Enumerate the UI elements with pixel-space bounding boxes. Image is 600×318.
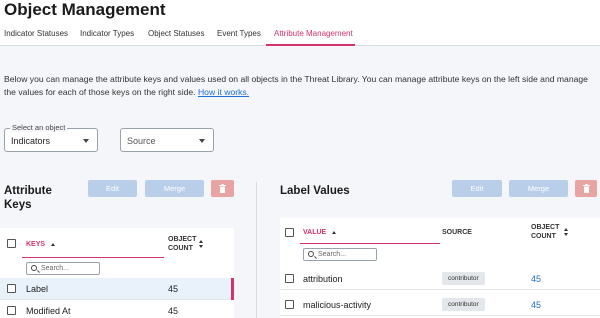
object-select-value: Indicators xyxy=(11,136,51,146)
values-object-count-column-header[interactable]: OBJECT COUNT xyxy=(531,223,559,241)
description-text: Below you can manage the attribute keys … xyxy=(4,74,588,97)
values-edit-button[interactable]: Edit xyxy=(452,180,502,197)
selected-row-indicator xyxy=(231,278,234,300)
key-object-count: 45 xyxy=(168,306,179,316)
keys-merge-button[interactable]: Merge xyxy=(145,180,204,197)
object-count-column-header[interactable]: OBJECT COUNT xyxy=(168,235,196,253)
sort-asc-icon xyxy=(51,242,56,246)
source-badge: contributor xyxy=(442,272,485,285)
row-checkbox[interactable] xyxy=(285,300,294,309)
table-row[interactable]: Label 45 xyxy=(0,278,234,300)
values-search-input[interactable]: Search... xyxy=(303,248,377,261)
sort-icon[interactable] xyxy=(564,228,570,236)
sorted-column-underline xyxy=(300,243,440,244)
sorted-column-underline xyxy=(22,257,164,258)
table-row[interactable]: attribution contributor 45 xyxy=(280,268,600,290)
values-search-placeholder: Search... xyxy=(318,251,347,258)
how-it-works-link[interactable]: How it works. xyxy=(198,87,249,97)
table-row[interactable]: malicious-activity contributor 45 xyxy=(280,294,600,316)
keys-delete-button[interactable] xyxy=(211,180,234,197)
sort-asc-icon xyxy=(332,230,337,234)
key-object-count: 45 xyxy=(168,284,179,294)
trash-icon xyxy=(219,184,226,193)
keys-search-input[interactable]: Search... xyxy=(26,262,100,275)
chevron-down-icon xyxy=(199,139,205,143)
trash-icon xyxy=(583,184,590,193)
attribute-keys-title: Attribute Keys xyxy=(4,185,52,211)
tab-indicator-types[interactable]: Indicator Types xyxy=(80,29,134,38)
key-name: Label xyxy=(26,284,49,294)
value-name: malicious-activity xyxy=(303,300,372,310)
source-select[interactable]: Source xyxy=(120,128,214,152)
tab-event-types[interactable]: Event Types xyxy=(217,29,261,38)
keys-edit-button[interactable]: Edit xyxy=(88,180,137,197)
search-icon xyxy=(308,251,314,257)
key-name: Modified At xyxy=(26,306,71,316)
search-icon xyxy=(31,265,37,271)
tab-object-statuses[interactable]: Object Statuses xyxy=(148,29,204,38)
value-column-header[interactable]: VALUE xyxy=(303,228,337,237)
values-delete-button[interactable] xyxy=(575,180,597,197)
row-checkbox[interactable] xyxy=(7,284,16,293)
source-column-header[interactable]: SOURCE xyxy=(442,228,472,237)
object-select[interactable]: Select an object Indicators xyxy=(4,123,98,152)
source-badge: contributor xyxy=(442,298,485,311)
keys-select-all-checkbox[interactable] xyxy=(7,239,16,248)
chevron-down-icon xyxy=(83,139,89,143)
keys-search-placeholder: Search... xyxy=(41,265,70,272)
value-object-count-link[interactable]: 45 xyxy=(531,300,541,310)
values-select-all-checkbox[interactable] xyxy=(285,228,294,237)
values-merge-button[interactable]: Merge xyxy=(509,180,568,197)
page-title: Object Management xyxy=(4,0,166,19)
sort-icon[interactable] xyxy=(199,240,205,248)
panel-divider xyxy=(256,182,257,318)
label-values-title: Label Values xyxy=(280,185,350,197)
values-table: VALUE SOURCE OBJECT COUNT Search... attr… xyxy=(280,218,600,318)
tab-attribute-management[interactable]: Attribute Management xyxy=(274,29,353,38)
tab-bar: Indicator Statuses Indicator Types Objec… xyxy=(0,23,600,46)
source-select-placeholder: Source xyxy=(127,136,156,146)
value-object-count-link[interactable]: 45 xyxy=(531,274,541,284)
description: Below you can manage the attribute keys … xyxy=(4,73,600,99)
object-select-label: Select an object xyxy=(10,123,68,132)
row-checkbox[interactable] xyxy=(285,274,294,283)
keys-column-header[interactable]: KEYS xyxy=(26,240,56,249)
table-row[interactable]: Modified At 45 xyxy=(0,300,234,318)
value-name: attribution xyxy=(303,274,343,284)
keys-table: KEYS OBJECT COUNT Search... Label 45 Mod… xyxy=(0,228,234,318)
tab-indicator-statuses[interactable]: Indicator Statuses xyxy=(4,29,68,38)
row-checkbox[interactable] xyxy=(7,306,16,315)
